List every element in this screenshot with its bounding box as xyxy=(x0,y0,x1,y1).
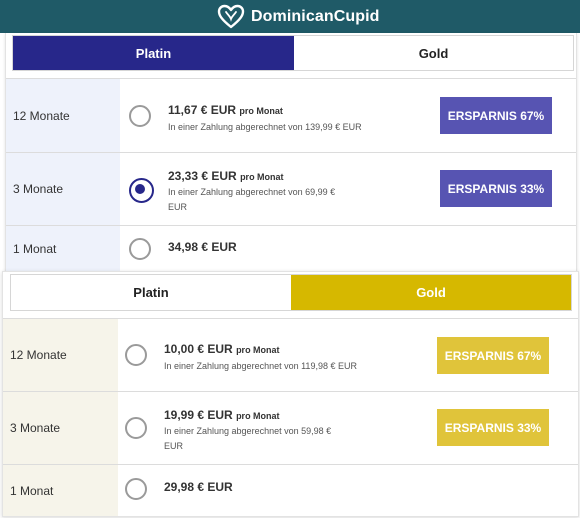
plan-row-1-month[interactable]: 1 Monat 29,98 € EUR xyxy=(3,464,578,516)
price-amount: 11,67 € EUR xyxy=(168,103,237,117)
brand-name: DominicanCupid xyxy=(251,8,380,25)
price-amount: 23,33 € EUR xyxy=(168,169,237,183)
platin-plans-panel: Platin Gold 12 Monate 11,67 € EUR pro Mo… xyxy=(5,33,577,272)
plan-radio[interactable] xyxy=(125,417,147,439)
tab-gold[interactable]: Gold xyxy=(291,275,571,310)
plan-row-3-months[interactable]: 3 Monate 23,33 € EUR pro Monat In einer … xyxy=(6,152,576,225)
plan-price: 19,99 € EUR pro Monat xyxy=(164,408,280,422)
tab-platin[interactable]: Platin xyxy=(11,275,291,310)
plan-price: 29,98 € EUR xyxy=(164,480,233,494)
billing-note: In einer Zahlung abgerechnet von 69,99 €… xyxy=(168,187,336,212)
brand-logo[interactable]: DominicanCupid xyxy=(217,4,380,30)
plan-price: 10,00 € EUR pro Monat xyxy=(164,342,280,356)
tab-platin[interactable]: Platin xyxy=(13,36,294,70)
plan-row-12-months[interactable]: 12 Monate 11,67 € EUR pro Monat In einer… xyxy=(6,78,576,152)
billing-note: In einer Zahlung abgerechnet von 139,99 … xyxy=(168,122,362,132)
billing-note: In einer Zahlung abgerechnet von 119,98 … xyxy=(164,361,357,371)
price-period: pro Monat xyxy=(236,345,280,355)
savings-badge[interactable]: ERSPARNIS 67% xyxy=(440,97,552,134)
plan-tabs: Platin Gold xyxy=(10,274,572,311)
plan-duration-label: 1 Monat xyxy=(3,465,118,516)
heart-logo-icon xyxy=(217,4,245,29)
plan-radio[interactable] xyxy=(125,478,147,500)
plan-duration-label: 3 Monate xyxy=(6,153,120,225)
plan-price: 11,67 € EUR pro Monat xyxy=(168,103,283,117)
plan-price: 34,98 € EUR xyxy=(168,240,237,254)
price-period: pro Monat xyxy=(240,172,284,182)
plan-duration-label: 12 Monate xyxy=(3,319,118,391)
price-period: pro Monat xyxy=(239,106,283,116)
price-amount: 10,00 € EUR xyxy=(164,342,233,356)
plan-tabs: Platin Gold xyxy=(12,35,574,71)
plan-radio-selected[interactable] xyxy=(129,178,154,203)
plan-row-12-months[interactable]: 12 Monate 10,00 € EUR pro Monat In einer… xyxy=(3,318,578,391)
site-header: DominicanCupid xyxy=(0,0,580,33)
tab-gold[interactable]: Gold xyxy=(294,36,573,70)
plan-duration-label: 12 Monate xyxy=(6,79,120,152)
plan-duration-label: 3 Monate xyxy=(3,392,118,464)
plan-row-1-month[interactable]: 1 Monat 34,98 € EUR xyxy=(6,225,576,271)
plan-duration-label: 1 Monat xyxy=(6,226,120,271)
billing-note: In einer Zahlung abgerechnet von 59,98 €… xyxy=(164,426,332,451)
plan-radio[interactable] xyxy=(129,105,151,127)
savings-badge[interactable]: ERSPARNIS 33% xyxy=(440,170,552,207)
savings-badge[interactable]: ERSPARNIS 67% xyxy=(437,337,549,374)
savings-badge[interactable]: ERSPARNIS 33% xyxy=(437,409,549,446)
price-amount: 19,99 € EUR xyxy=(164,408,233,422)
plan-price: 23,33 € EUR pro Monat xyxy=(168,169,284,183)
price-period: pro Monat xyxy=(236,411,280,421)
gold-plans-panel: Platin Gold 12 Monate 10,00 € EUR pro Mo… xyxy=(2,271,579,517)
plan-row-3-months[interactable]: 3 Monate 19,99 € EUR pro Monat In einer … xyxy=(3,391,578,464)
plan-radio[interactable] xyxy=(125,344,147,366)
plan-radio[interactable] xyxy=(129,238,151,260)
